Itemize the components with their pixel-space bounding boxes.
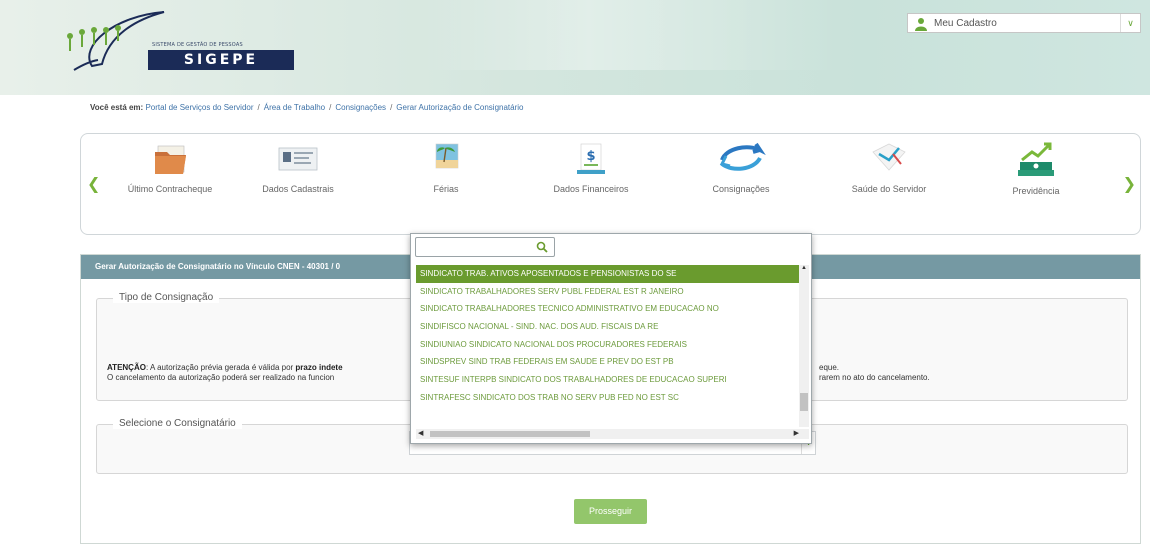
scroll-up-icon[interactable]: ▲ <box>799 265 809 275</box>
logo-subtitle: SISTEMA DE GESTÃO DE PESSOAS <box>152 42 243 48</box>
attention-notice-tail: eque. rarem no ato do cancelamento. <box>819 363 930 383</box>
search-icon[interactable] <box>536 241 548 253</box>
folder-icon <box>155 145 186 174</box>
service-label: Consignações <box>712 184 770 194</box>
scroll-right-icon[interactable]: ▶ <box>794 429 799 439</box>
user-menu-label: Meu Cadastro <box>934 18 997 29</box>
service-dados-cadastrais[interactable]: Dados Cadastrais <box>233 140 363 220</box>
carousel-prev-arrow-icon[interactable]: ❮ <box>87 174 100 194</box>
breadcrumb-link-portal[interactable]: Portal de Serviços do Servidor <box>145 103 253 112</box>
dropdown-option[interactable]: SINDIFISCO NACIONAL - SIND. NAC. DOS AUD… <box>416 318 799 336</box>
scroll-left-icon[interactable]: ◀ <box>418 429 423 439</box>
dropdown-search-input[interactable] <box>415 237 555 257</box>
service-label: Dados Cadastrais <box>262 184 334 194</box>
header-decoration <box>420 0 840 70</box>
exchange-icon <box>719 142 766 171</box>
dropdown-option[interactable]: SINDICATO TRABALHADORES SERV PUBL FEDERA… <box>416 283 799 301</box>
dropdown-vertical-scrollbar[interactable]: ▲ <box>799 265 809 427</box>
beach-icon <box>435 143 459 169</box>
dropdown-option[interactable]: SINDICATO TRABALHADORES TECNICO ADMINIST… <box>416 300 799 318</box>
health-icon <box>872 143 906 171</box>
sigepe-logo[interactable]: SISTEMA DE GESTÃO DE PESSOAS SIGEPE <box>54 6 294 78</box>
breadcrumb-link-consignacoes[interactable]: Consignações <box>335 103 386 112</box>
dropdown-option[interactable]: SINTRAFESC SINDICATO DOS TRAB NO SERV PU… <box>416 389 799 407</box>
scrollbar-thumb[interactable] <box>430 431 590 437</box>
service-saude-servidor[interactable]: Saúde do Servidor <box>824 140 954 220</box>
logo-name: SIGEPE <box>148 50 294 70</box>
breadcrumb-separator: / <box>390 103 393 112</box>
breadcrumb-separator: / <box>329 103 332 112</box>
attention-text-1a: : A autorização prévia gerada é válida p… <box>145 363 296 372</box>
dropdown-option[interactable]: SINDICATO TRAB. ATIVOS APOSENTADOS E PEN… <box>416 265 799 283</box>
attention-text-1b: prazo indete <box>295 363 343 372</box>
attention-label: ATENÇÃO <box>107 363 146 372</box>
attention-text-2: O cancelamento da autorização poderá ser… <box>107 373 335 382</box>
services-carousel: ❮ Último Contracheque Dados Cadastrais F… <box>80 133 1141 235</box>
chevron-down-icon[interactable]: ∨ <box>1120 14 1140 32</box>
dropdown-horizontal-scrollbar[interactable]: ◀ ▶ <box>416 429 809 439</box>
breadcrumb-current: Gerar Autorização de Consignatário <box>396 103 524 112</box>
service-previdencia[interactable]: Previdência <box>971 140 1101 220</box>
proceed-button[interactable]: Prosseguir <box>574 499 647 524</box>
carousel-next-arrow-icon[interactable]: ❯ <box>1123 174 1136 194</box>
scrollbar-thumb[interactable] <box>800 393 808 411</box>
tipo-consignacao-legend: Tipo de Consignação <box>113 292 220 303</box>
attention-tail-2: rarem no ato do cancelamento. <box>819 373 930 382</box>
service-ultimo-contracheque[interactable]: Último Contracheque <box>105 140 235 220</box>
dropdown-option[interactable]: SINDSPREV SIND TRAB FEDERAIS EM SAUDE E … <box>416 353 799 371</box>
service-label: Último Contracheque <box>127 184 213 194</box>
service-label: Saúde do Servidor <box>851 184 927 194</box>
service-label: Férias <box>433 184 459 194</box>
breadcrumb-link-area-trabalho[interactable]: Área de Trabalho <box>264 103 325 112</box>
breadcrumb: Você está em: Portal de Serviços do Serv… <box>90 103 523 112</box>
service-dados-financeiros[interactable]: $ Dados Financeiros <box>526 140 656 220</box>
user-menu-select[interactable]: Meu Cadastro ∨ <box>907 13 1141 33</box>
consignatario-dropdown: SINDICATO TRAB. ATIVOS APOSENTADOS E PEN… <box>410 233 812 444</box>
attention-notice: ATENÇÃO: A autorização prévia gerada é v… <box>107 363 343 383</box>
id-card-icon <box>278 147 318 171</box>
breadcrumb-separator: / <box>257 103 260 112</box>
pension-icon <box>1018 142 1054 176</box>
service-label: Previdência <box>1012 186 1060 196</box>
service-ferias[interactable]: Férias <box>381 140 511 220</box>
service-label: Dados Financeiros <box>553 184 629 194</box>
breadcrumb-prefix: Você está em: <box>90 103 144 112</box>
consignatario-legend: Selecione o Consignatário <box>113 418 242 429</box>
dropdown-option-list: SINDICATO TRAB. ATIVOS APOSENTADOS E PEN… <box>416 265 799 427</box>
attention-tail-1: eque. <box>819 363 840 372</box>
money-icon: $ <box>577 143 605 174</box>
service-consignacoes[interactable]: Consignações <box>676 140 806 220</box>
svg-text:$: $ <box>586 149 595 164</box>
user-icon <box>915 18 927 31</box>
dropdown-option[interactable]: SINTESUF INTERPB SINDICATO DOS TRABALHAD… <box>416 371 799 389</box>
dropdown-option[interactable]: SINDIUNIAO SINDICATO NACIONAL DOS PROCUR… <box>416 336 799 354</box>
header-bar: SISTEMA DE GESTÃO DE PESSOAS SIGEPE Meu … <box>0 0 1150 95</box>
